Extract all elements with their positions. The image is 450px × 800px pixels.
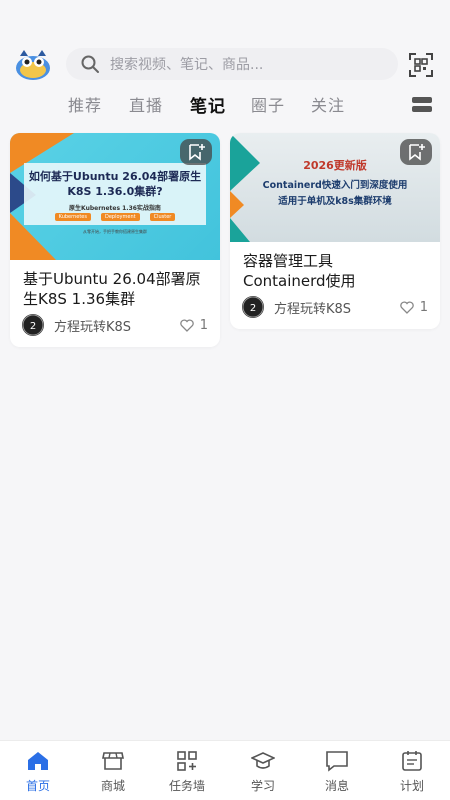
cover-line-1: Containerd快速入门到深度使用 — [262, 180, 408, 191]
note-meta: 2 方程玩转K8S 1 — [22, 314, 208, 336]
search-bar[interactable]: 搜索视频、笔记、商品... — [66, 48, 398, 80]
nav-shop[interactable]: 商城 — [83, 749, 143, 794]
tab-live[interactable]: 直播 — [129, 92, 163, 116]
nav-label: 学习 — [250, 779, 275, 793]
tab-circles[interactable]: 圈子 — [251, 92, 285, 116]
task-wall-icon — [177, 751, 197, 771]
tab-notes[interactable]: 笔记 — [190, 92, 226, 117]
note-card[interactable]: 2026更新版 Containerd快速入门到深度使用 适用于单机及k8s集群环… — [230, 133, 440, 329]
bookmark-add-icon — [189, 144, 205, 161]
note-card[interactable]: 如何基于Ubuntu 26.04部署原生K8S 1.36.0集群? 原生Kube… — [10, 133, 220, 347]
graduation-cap-icon — [251, 752, 275, 769]
author-avatar[interactable]: 2 — [242, 296, 264, 318]
message-icon — [326, 751, 348, 772]
note-cover-image: 如何基于Ubuntu 26.04部署原生K8S 1.36.0集群? 原生Kube… — [10, 133, 220, 260]
nav-label: 首页 — [25, 779, 50, 793]
nav-label: 商城 — [100, 779, 125, 793]
like-count: 1 — [419, 299, 428, 315]
cover-tag: Deployment — [100, 213, 140, 221]
author-name[interactable]: 方程玩转K8S — [54, 316, 180, 335]
note-title[interactable]: 基于Ubuntu 26.04部署原生K8S 1.36集群 — [23, 269, 208, 309]
nav-plan[interactable]: 计划 — [382, 749, 442, 794]
nav-task-wall[interactable]: 任务墙 — [157, 749, 217, 794]
cover-line-2: 适用于单机及k8s集群环境 — [278, 196, 392, 207]
category-tabs: 推荐 直播 笔记 圈子 关注 — [0, 92, 450, 118]
nav-label: 消息 — [324, 779, 349, 793]
save-note-button[interactable] — [180, 139, 212, 165]
cover-title: 如何基于Ubuntu 26.04部署原生K8S 1.36.0集群? — [28, 170, 202, 198]
app-logo-avatar[interactable] — [14, 48, 52, 82]
nav-messages[interactable]: 消息 — [307, 749, 367, 794]
home-icon — [28, 752, 48, 770]
nav-label: 任务墙 — [168, 779, 205, 793]
cover-tag: Kubernetes — [54, 213, 91, 221]
svg-text:2: 2 — [30, 321, 36, 332]
bottom-navigation: 首页 商城 任务墙 学习 消息 计划 — [0, 740, 450, 800]
heart-icon[interactable] — [179, 318, 194, 332]
nav-home[interactable]: 首页 — [8, 749, 68, 794]
menu-icon[interactable] — [412, 96, 432, 114]
cover-tags: Kubernetes Deployment Cluster — [10, 213, 220, 221]
like-count: 1 — [199, 317, 208, 333]
save-note-button[interactable] — [400, 139, 432, 165]
note-cover-image: 2026更新版 Containerd快速入门到深度使用 适用于单机及k8s集群环… — [230, 133, 440, 242]
cover-tag: Cluster — [149, 213, 176, 221]
note-title[interactable]: 容器管理工具Containerd使用 — [243, 251, 414, 291]
scan-icon[interactable] — [408, 52, 434, 78]
bookmark-add-icon — [409, 144, 425, 161]
tab-recommend[interactable]: 推荐 — [68, 92, 102, 116]
cover-caption: 从零开始，手把手教你搭建原生集群 — [83, 229, 147, 234]
shop-icon — [102, 752, 124, 770]
svg-text:2: 2 — [250, 303, 256, 314]
cover-subtitle: 原生Kubernetes 1.36实战指南 — [69, 205, 161, 212]
nav-study[interactable]: 学习 — [233, 749, 293, 794]
top-bar: 搜索视频、笔记、商品... — [0, 46, 450, 84]
heart-icon[interactable] — [399, 300, 414, 314]
tab-following[interactable]: 关注 — [311, 92, 345, 116]
search-icon — [81, 55, 99, 73]
plan-icon — [402, 751, 422, 771]
author-name[interactable]: 方程玩转K8S — [274, 298, 400, 317]
author-avatar[interactable]: 2 — [22, 314, 44, 336]
note-meta: 2 方程玩转K8S 1 — [242, 296, 428, 318]
search-placeholder: 搜索视频、笔记、商品... — [110, 57, 264, 73]
nav-label: 计划 — [399, 779, 424, 793]
